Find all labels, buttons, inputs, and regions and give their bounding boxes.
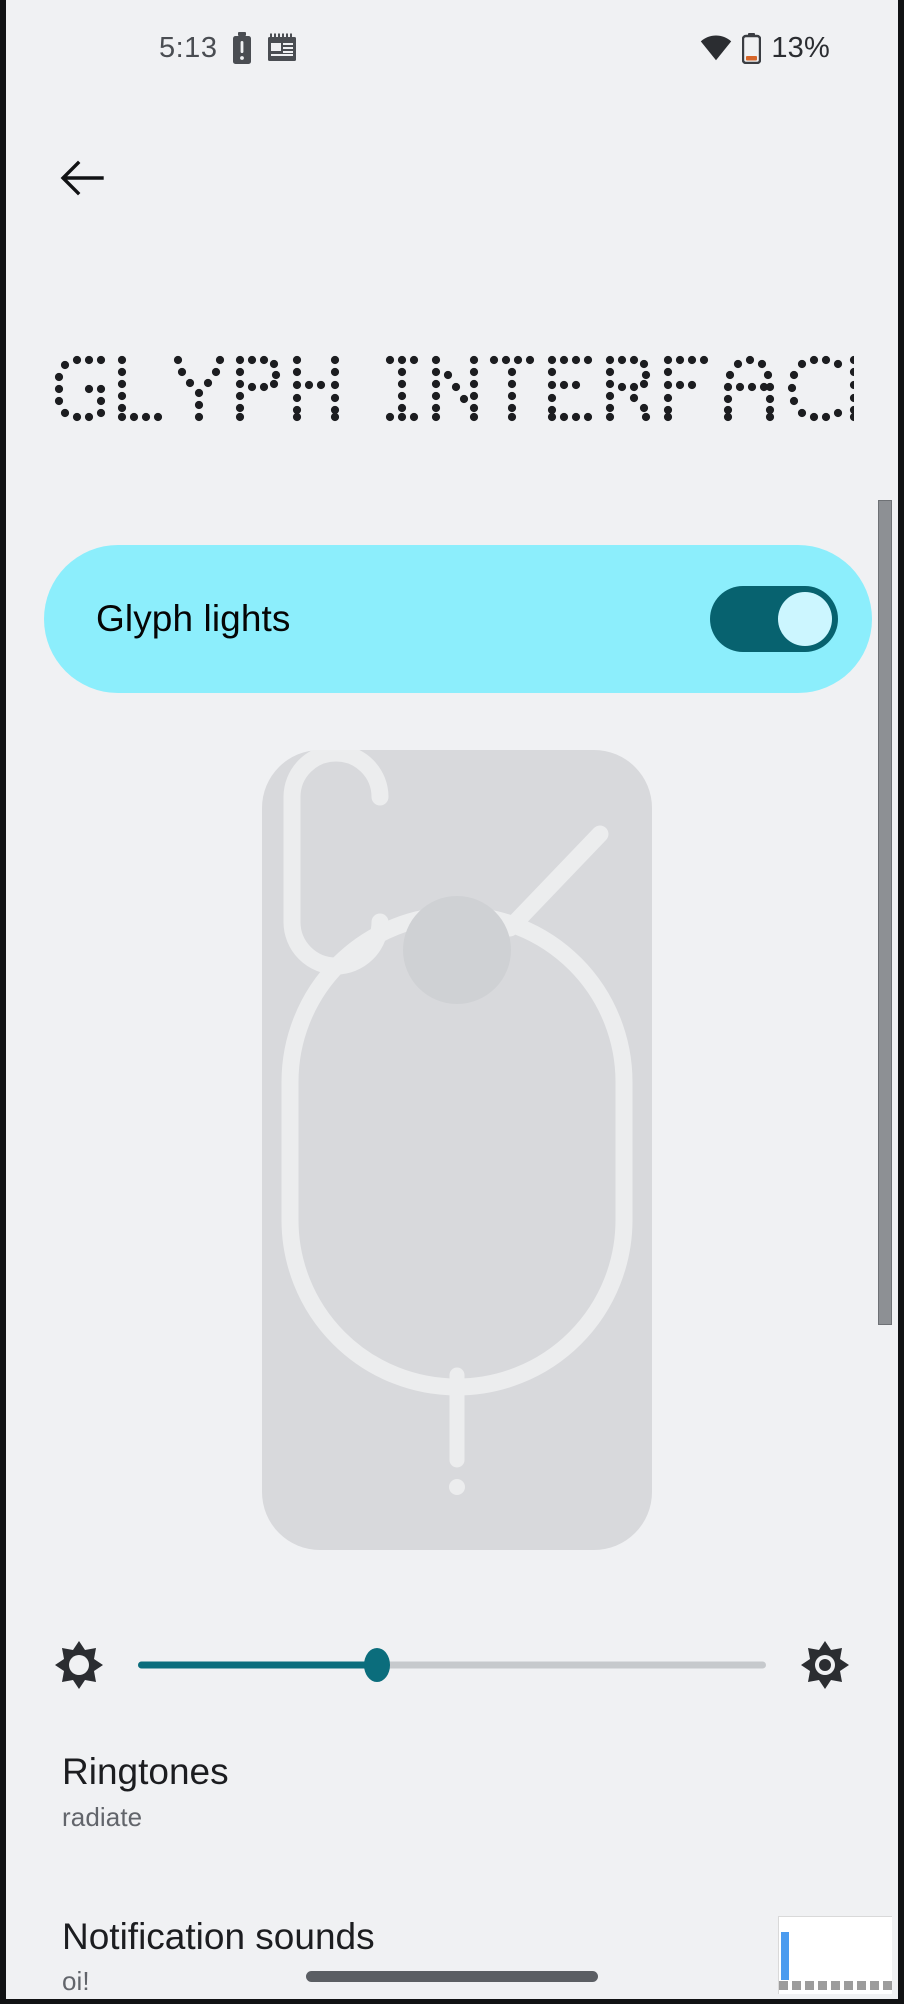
page-title: GLYPH INTERFACE xyxy=(54,355,854,427)
brightness-slider-row xyxy=(6,1620,898,1710)
overlay-blue-bar xyxy=(781,1932,789,1980)
status-bar: 5:13 13% xyxy=(6,0,898,96)
list-item-subtitle: radiate xyxy=(62,1801,143,1832)
camera-circle xyxy=(403,896,511,1004)
brightness-slider[interactable] xyxy=(138,1635,766,1695)
toggle-thumb xyxy=(778,592,832,646)
overlay-panel xyxy=(778,1916,892,1994)
status-bar-right: 13% xyxy=(700,32,830,65)
brightness-high-icon[interactable] xyxy=(792,1632,858,1698)
glyph-exclamation-dot xyxy=(449,1479,465,1495)
wifi-icon xyxy=(700,35,732,61)
list-item-title: Notification sounds xyxy=(62,1915,375,1957)
battery-percent-label: 13% xyxy=(771,31,830,64)
overlay-strip xyxy=(779,1981,892,1990)
calendar-note-icon xyxy=(267,33,297,63)
status-bar-clock: 5:13 xyxy=(159,31,218,64)
list-item-title: Ringtones xyxy=(62,1751,229,1792)
battery-low-icon xyxy=(742,32,762,64)
nothing-phone-glyph-diagram xyxy=(262,744,652,1550)
vertical-scrollbar[interactable] xyxy=(878,500,892,1325)
brightness-low-icon[interactable] xyxy=(46,1632,112,1698)
settings-list: Ringtones radiate Notification sounds oi… xyxy=(6,1740,898,1999)
home-gesture-bar[interactable] xyxy=(306,1971,598,1982)
list-item-ringtones[interactable]: Ringtones radiate xyxy=(6,1740,898,1855)
status-bar-left: 5:13 xyxy=(159,32,297,65)
back-button[interactable] xyxy=(40,136,124,220)
battery-alert-icon xyxy=(231,32,253,64)
list-item-notification-sounds[interactable]: Notification sounds oi! xyxy=(6,1905,898,1999)
top-app-bar xyxy=(6,128,898,238)
phone-screen: 5:13 13% Glyph lights Ringtones radiate … xyxy=(0,0,904,2004)
back-arrow-icon xyxy=(60,159,104,197)
glyph-lights-label: Glyph lights xyxy=(96,598,291,639)
glyph-lights-toggle[interactable] xyxy=(710,586,838,652)
slider-fill xyxy=(138,1661,377,1669)
slider-thumb[interactable] xyxy=(363,1648,390,1682)
glyph-lights-card[interactable]: Glyph lights xyxy=(44,545,872,693)
page-title-dotmatrix: GLYPH INTERFACE xyxy=(54,355,854,422)
